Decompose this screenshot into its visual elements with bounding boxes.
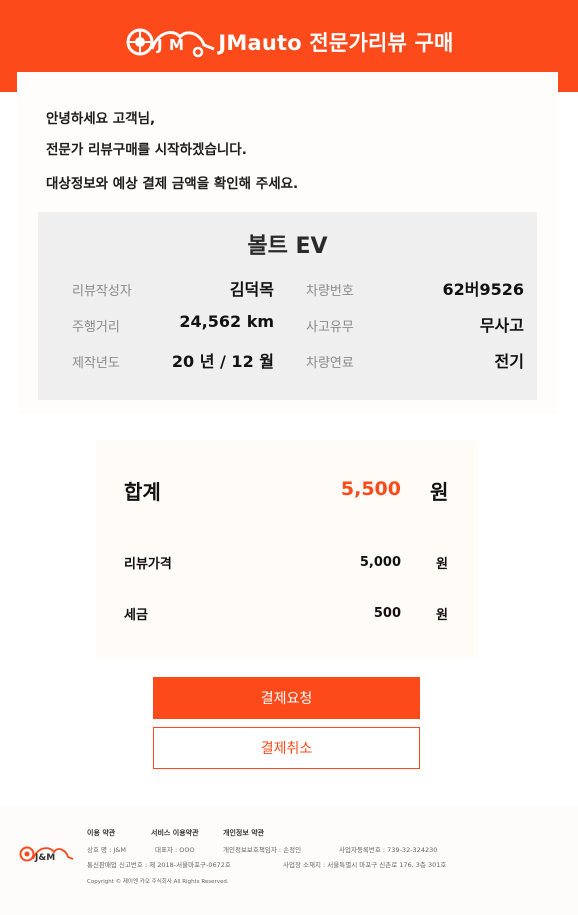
svg-text:J: J xyxy=(156,36,163,54)
tax-unit: 원 xyxy=(436,608,448,623)
vehicle-model: 볼트 EV xyxy=(247,234,328,259)
footer: J&M 이용 약관 서비스 이용약관 개인정보 약관 상호 명 : J&M 대표… xyxy=(0,806,578,915)
footer-mail-order: 통신판매업 신고번호 : 제 2018-서울마포구-0672호 xyxy=(87,861,231,869)
year-label: 제작년도 xyxy=(72,356,120,371)
greeting-line-1: 안녕하세요 고객님, xyxy=(46,111,156,127)
jm-car-logo-icon: J M xyxy=(126,28,215,58)
total-value: 5,500 xyxy=(340,478,401,500)
footer-company: 상호 명 : J&M xyxy=(87,846,126,854)
mileage-value: 24,562 km xyxy=(179,312,274,331)
mileage-label: 주행거리 xyxy=(72,320,120,335)
price-summary: 합계 5,500 원 리뷰가격 5,000 원 세금 500 원 xyxy=(96,440,478,657)
svg-text:J&M: J&M xyxy=(34,853,55,863)
total-label: 합계 xyxy=(124,480,161,504)
footer-link-privacy[interactable]: 개인정보 약관 xyxy=(223,828,264,838)
footer-link-service-terms[interactable]: 서비스 이용약관 xyxy=(151,828,199,838)
reviewer-label: 리뷰작성자 xyxy=(72,284,132,299)
greeting-line-2: 전문가 리뷰구매를 시작하겠습니다. xyxy=(46,142,247,158)
review-price-label: 리뷰가격 xyxy=(124,557,172,572)
header-title: JMauto 전문가리뷰 구매 xyxy=(218,31,454,55)
vehicle-row-2: 주행거리 24,562 km 사고유무 무사고 xyxy=(38,312,537,336)
footer-privacy-officer: 개인정보보호책임자 : 손정인 xyxy=(223,846,302,854)
accident-label: 사고유무 xyxy=(306,320,354,335)
total-unit: 원 xyxy=(430,480,449,504)
fuel-label: 차량연료 xyxy=(306,356,354,371)
vehicle-row-1: 리뷰작성자 김덕목 차량번호 62버9526 xyxy=(38,276,537,300)
tax-value: 500 xyxy=(373,606,401,621)
jm-footer-logo-icon: J&M xyxy=(19,846,74,863)
review-info-card: 안녕하세요 고객님, 전문가 리뷰구매를 시작하겠습니다. 대상정보와 예상 결… xyxy=(17,72,558,414)
footer-copyright: Copyright © 제이엔 카오 주식회사 All Rights Reser… xyxy=(87,879,229,885)
vehicle-row-3: 제작년도 20 년 / 12 월 차량연료 전기 xyxy=(38,348,537,372)
header-brand[interactable]: J M JMauto 전문가리뷰 구매 xyxy=(0,22,578,62)
plate-label: 차량번호 xyxy=(306,284,354,299)
footer-ceo: 대표자 : OOO xyxy=(155,846,195,854)
footer-address: 사업장 소재지 : 서울특별시 마포구 신촌로 176, 3층 301호 xyxy=(283,861,447,869)
accident-value: 무사고 xyxy=(479,316,524,335)
payment-cancel-button[interactable]: 결제취소 xyxy=(153,727,420,769)
svg-text:M: M xyxy=(169,36,184,54)
review-price-unit: 원 xyxy=(436,557,448,572)
footer-link-terms[interactable]: 이용 약관 xyxy=(87,828,115,838)
year-value: 20 년 / 12 월 xyxy=(171,352,274,371)
greeting-line-3: 대상정보와 예상 결제 금액을 확인해 주세요. xyxy=(46,176,299,192)
plate-value: 62버9526 xyxy=(442,280,524,299)
vehicle-info-panel: 볼트 EV 리뷰작성자 김덕목 차량번호 62버9526 주행거리 24,562… xyxy=(38,212,537,400)
tax-label: 세금 xyxy=(124,608,148,623)
footer-biz-no: 사업자등록번호 : 739-32-324230 xyxy=(339,846,438,854)
review-price-value: 5,000 xyxy=(359,555,401,570)
fuel-value: 전기 xyxy=(494,352,524,371)
payment-request-button[interactable]: 결제요청 xyxy=(153,677,420,719)
reviewer-value: 김덕목 xyxy=(229,280,274,299)
